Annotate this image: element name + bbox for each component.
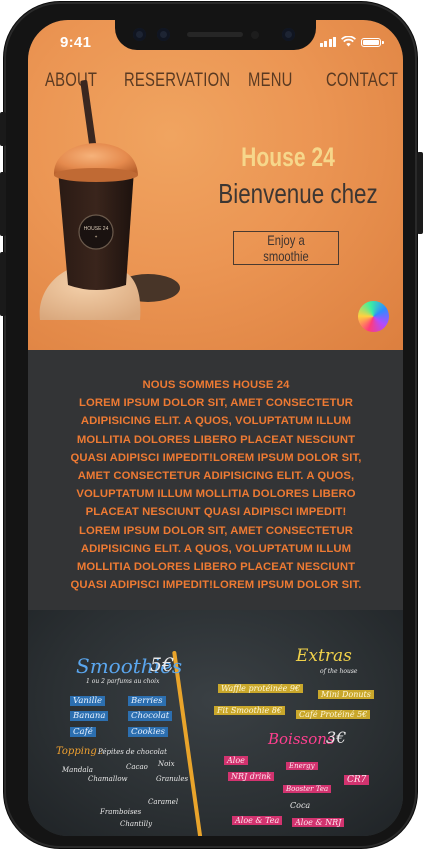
mute-switch: [0, 112, 6, 146]
topping-item: Framboises: [100, 808, 142, 816]
about-heading: NOUS SOMMES HOUSE 24: [142, 379, 290, 391]
nav-link-menu[interactable]: MENU: [248, 70, 293, 92]
hero-subtitle: Bienvenue chez: [218, 178, 378, 209]
menu-chalkboard: Smoothies 5€ 1 ou 2 parfums au choix Van…: [28, 610, 403, 836]
extras-subtitle: of the house: [320, 668, 358, 675]
camera-icon: [157, 28, 170, 41]
topping-item: Granules: [156, 775, 189, 783]
flavor-item: Berries: [128, 696, 166, 706]
topping-label: Topping :: [56, 746, 104, 757]
drink-item: Coca: [290, 801, 311, 810]
extra-item: Fit Smoothie 8€: [214, 706, 285, 715]
drink-item: NRJ drink: [228, 772, 275, 781]
drink-item: Booster Tea: [283, 785, 332, 793]
camera-icon: [133, 28, 146, 41]
extra-item: Waffle protéinée 9€: [218, 684, 304, 693]
about-text: NOUS SOMMES HOUSE 24 LOREM IPSUM DOLOR S…: [66, 376, 366, 594]
status-time: 9:41: [60, 34, 92, 51]
topping-item: Caramel: [148, 798, 179, 806]
power-button: [417, 152, 423, 234]
flavor-item: Café: [70, 727, 96, 737]
boissons-title: Boissons: [268, 730, 335, 748]
phone-screen: 9:41 ABOUT RESERVATION MENU CONTACT HOUS…: [28, 20, 403, 836]
drink-item: Aloe & Tea: [232, 816, 283, 825]
boissons-price: 3€: [326, 728, 347, 747]
smoothies-price: 5€: [150, 654, 175, 676]
drink-item: CR7: [344, 775, 370, 785]
flavor-item: Chocolat: [128, 711, 173, 721]
cellular-signal-icon: [319, 36, 336, 47]
topping-item: Pépites de chocolat: [98, 748, 167, 756]
speaker-grille: [187, 32, 243, 37]
topping-item: Chamallow: [88, 775, 128, 783]
drink-item: Energy: [286, 762, 318, 770]
about-body: LOREM IPSUM DOLOR SIT, AMET CONSECTETUR …: [70, 397, 362, 592]
chalk-divider: [172, 650, 204, 836]
flavor-item: Vanille: [70, 696, 106, 706]
about-section: NOUS SOMMES HOUSE 24 LOREM IPSUM DOLOR S…: [28, 350, 403, 611]
notch: [115, 20, 316, 50]
smoothie-cup-image: HOUSE 24 ✦: [39, 80, 180, 320]
extras-title: Extras: [296, 646, 352, 666]
drink-item: Aloe & NRJ: [292, 818, 345, 827]
topping-item: Chantilly: [120, 820, 153, 828]
color-wheel-icon[interactable]: [358, 301, 389, 332]
enjoy-smoothie-button[interactable]: Enjoy a smoothie: [233, 231, 339, 265]
flavor-item: Cookies: [128, 727, 168, 737]
topping-item: Mandala: [62, 766, 93, 774]
camera-icon: [282, 28, 295, 41]
flavor-item: Banana: [70, 711, 109, 721]
topping-item: Cacao: [126, 763, 148, 771]
topping-item: Noix: [158, 760, 175, 768]
battery-icon: [361, 38, 384, 47]
volume-down-button: [0, 252, 6, 316]
drink-item: Aloe: [224, 756, 248, 765]
cup-label: HOUSE 24: [84, 226, 109, 232]
volume-up-button: [0, 172, 6, 236]
status-icons: [319, 36, 384, 47]
sensor-dot: [251, 31, 259, 39]
hero-title: House 24: [241, 142, 335, 172]
phone-frame: 9:41 ABOUT RESERVATION MENU CONTACT HOUS…: [4, 2, 417, 848]
nav-link-contact[interactable]: CONTACT: [326, 70, 398, 92]
hero-section: ABOUT RESERVATION MENU CONTACT HOUSE 24 …: [28, 20, 403, 350]
wifi-icon: [341, 36, 356, 47]
cta-label: Enjoy a smoothie: [263, 232, 309, 264]
smoothies-note: 1 ou 2 parfums au choix: [86, 678, 160, 685]
extra-item: Mini Donuts: [318, 690, 374, 699]
extra-item: Café Protéiné 5€: [296, 710, 371, 719]
